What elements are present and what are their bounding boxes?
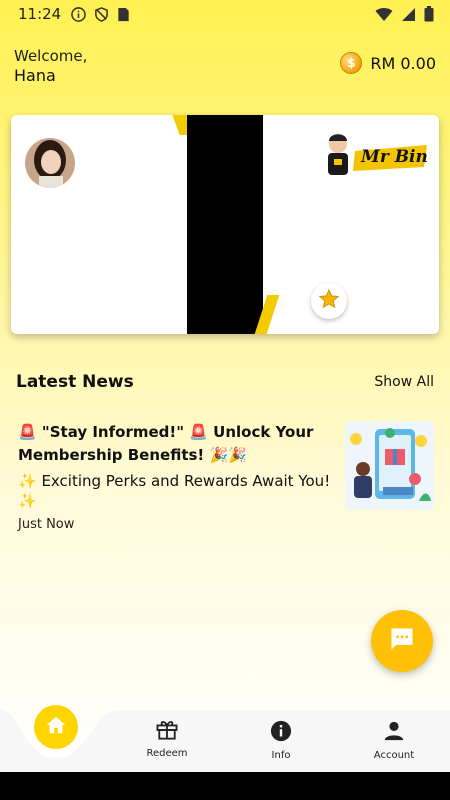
brand-logo: Mr Bin [321, 129, 429, 179]
signal-icon [401, 7, 416, 26]
balance-display[interactable]: $ RM 0.00 [340, 52, 436, 74]
nav-redeem-label: Redeem [146, 748, 188, 759]
chat-icon [388, 625, 416, 657]
home-button[interactable] [34, 705, 78, 749]
news-subtitle: ✨ Exciting Perks and Rewards Await You! … [18, 472, 331, 510]
status-right-icons [375, 6, 434, 26]
gift-icon [156, 720, 178, 744]
status-bar: 11:24 [0, 0, 450, 28]
coin-icon: $ [340, 52, 363, 74]
nav-account[interactable]: Account [354, 720, 434, 761]
system-navigation-bar [0, 772, 450, 800]
balance-amount: RM 0.00 [370, 53, 436, 73]
user-name: Hana [14, 66, 56, 85]
nav-info-label: Info [271, 750, 291, 761]
news-headline: 🚨 "Stay Informed!" 🚨 Unlock Your Members… [18, 423, 314, 464]
news-thumbnail [345, 421, 434, 510]
news-timestamp: Just Now [18, 517, 75, 532]
sim-status-icon [117, 7, 132, 22]
avatar[interactable] [25, 138, 75, 188]
card-black-band [187, 115, 263, 334]
info-icon [270, 720, 292, 746]
battery-icon [424, 6, 434, 26]
info-status-icon [71, 6, 87, 22]
member-card[interactable]: Mr Bin [11, 115, 439, 334]
welcome-block: Welcome, Hana [14, 47, 87, 85]
wifi-icon [375, 7, 393, 26]
nav-info[interactable]: Info [241, 720, 321, 761]
show-all-link[interactable]: Show All [374, 374, 434, 390]
news-header: Latest News Show All [16, 372, 434, 392]
account-icon [383, 720, 405, 746]
news-item[interactable]: 🚨 "Stay Informed!" 🚨 Unlock Your Members… [18, 421, 434, 532]
favorite-star-button[interactable] [311, 283, 347, 319]
brand-logo-text: Mr Bin [361, 147, 428, 167]
welcome-label: Welcome, [14, 47, 88, 65]
nav-redeem[interactable]: Redeem [127, 720, 207, 759]
status-time: 11:24 [18, 5, 62, 23]
home-icon [45, 714, 67, 740]
news-section-title: Latest News [16, 372, 134, 392]
star-icon [318, 288, 340, 314]
nav-account-label: Account [373, 750, 415, 761]
chat-button[interactable] [371, 610, 433, 672]
shield-status-icon [94, 6, 109, 22]
